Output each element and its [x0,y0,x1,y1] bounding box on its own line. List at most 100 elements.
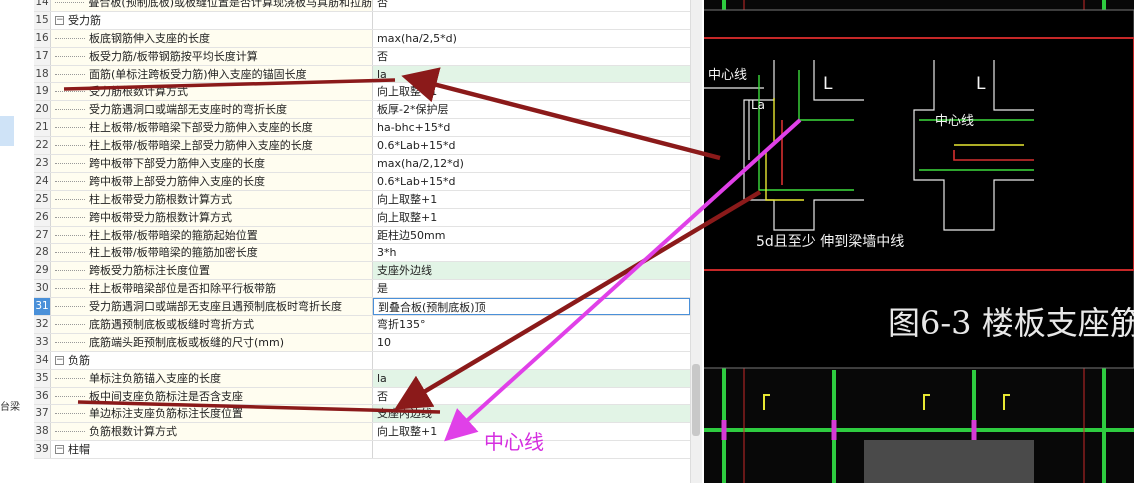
tree-connector [55,109,85,111]
table-row[interactable]: 24 跨中板带上部受力筋伸入支座的长度 0.6*Lab+15*d [34,172,690,191]
table-row[interactable]: 27 柱上板带/板带暗梁的箍筋起始位置 距柱边50mm [34,226,690,245]
table-row[interactable]: 14 叠合板(预制底板)或板缝位置是否计算现浇板马真筋和拉筋否 [34,0,690,12]
table-row[interactable]: 17 板受力筋/板带钢筋按平均长度计算 否 [34,47,690,66]
property-value[interactable]: la [373,65,690,83]
property-value[interactable]: 否 [373,0,690,11]
table-row[interactable]: 21 柱上板带/板带暗梁下部受力筋伸入支座的长度 ha-bhc+15*d [34,119,690,138]
property-name-text: 负筋根数计算方式 [89,425,177,439]
property-value[interactable]: max(ha/2,5*d) [373,30,690,47]
property-value[interactable]: 距柱边50mm [373,227,690,244]
tree-connector [55,216,85,218]
property-name-text: 跨中板带受力筋根数计算方式 [89,210,232,224]
property-name-text: 板底钢筋伸入支座的长度 [89,31,210,45]
property-value[interactable]: 否 [373,48,690,65]
row-number: 34 [34,351,51,369]
left-panel: 台梁 [0,0,32,483]
table-row[interactable]: 28 柱上板带/板带暗梁的箍筋加密长度 3*h [34,244,690,263]
property-value[interactable]: 板厚-2*保护层 [373,101,690,118]
property-name-text: 叠合板(预制底板)或板缝位置是否计算现浇板马真筋和拉筋 [88,0,372,9]
collapse-icon[interactable]: − [55,355,64,365]
table-row[interactable]: 19 受力筋根数计算方式 向上取整+1 [34,83,690,102]
row-number: 21 [34,119,51,137]
collapse-icon[interactable]: − [55,445,64,455]
property-value[interactable]: 10 [373,334,690,351]
table-row[interactable]: 20 受力筋遇洞口或端部无支座时的弯折长度 板厚-2*保护层 [34,101,690,120]
table-row[interactable]: 22 柱上板带/板带暗梁上部受力筋伸入支座的长度 0.6*Lab+15*d [34,137,690,156]
property-name: 板底钢筋伸入支座的长度 [51,29,373,47]
detail-label-L: L [823,74,833,94]
scrollbar-thumb[interactable] [692,364,700,436]
tree-connector [55,323,85,325]
property-name: 单边标注支座负筋标注长度位置 [51,405,373,423]
property-name-text: 柱上板带/板带暗梁下部受力筋伸入支座的长度 [89,121,313,135]
property-name-text: 柱上板带受力筋根数计算方式 [89,192,232,206]
table-row[interactable]: 26 跨中板带受力筋根数计算方式 向上取整+1 [34,208,690,227]
tree-connector [55,234,85,236]
row-number: 38 [34,423,51,441]
table-row[interactable]: 23 跨中板带下部受力筋伸入支座的长度 max(ha/2,12*d) [34,155,690,173]
property-value[interactable]: 弯折135° [373,316,690,333]
tree-connector [55,145,85,147]
property-name-text: 跨板受力筋标注长度位置 [89,264,210,278]
row-number: 28 [34,244,51,262]
table-row[interactable]: 29 跨板受力筋标注长度位置 支座外边线 [34,262,690,281]
table-row[interactable]: 37 单边标注支座负筋标注长度位置 支座内边线 [34,405,690,424]
property-value[interactable]: 0.6*Lab+15*d [373,173,690,190]
row-number: 37 [34,405,51,423]
row-number: 22 [34,137,51,155]
table-row[interactable]: 25 柱上板带受力筋根数计算方式 向上取整+1 [34,190,690,209]
centerline-annotation: 中心线 [484,430,544,454]
property-value[interactable]: 是 [373,280,690,297]
property-name: 柱上板带受力筋根数计算方式 [51,190,373,208]
tree-connector [55,198,85,200]
table-row[interactable]: 33 底筋端头距预制底板或板缝的尺寸(mm) 10 [34,333,690,352]
group-row[interactable]: 34− 负筋 [34,351,690,370]
cad-drawing-panel: 中心线 中心线 5d且至少 伸到梁墙中线 L L La [704,0,1134,483]
property-value[interactable]: max(ha/2,12*d) [373,155,690,172]
table-row[interactable]: 30 柱上板带暗梁部位是否扣除平行板带筋 是 [34,280,690,299]
row-number: 36 [34,387,51,405]
property-name: 板中间支座负筋标注是否含支座 [51,387,373,405]
left-panel-selection[interactable] [0,116,14,146]
property-name-text: 板中间支座负筋标注是否含支座 [89,389,243,403]
property-value[interactable]: 向上取整+1 [373,191,690,208]
left-panel-label[interactable]: 台梁 [0,398,20,413]
property-value[interactable]: 向上取整+1 [373,83,690,100]
property-value[interactable]: 0.6*Lab+15*d [373,137,690,154]
property-value[interactable]: 否 [373,388,690,405]
table-row[interactable]: 36 板中间支座负筋标注是否含支座 否 [34,387,690,406]
property-value[interactable]: 向上取整+1 [373,209,690,226]
table-row[interactable]: 38 负筋根数计算方式 向上取整+1 [34,423,690,442]
table-row[interactable]: 35 单标注负筋锚入支座的长度 la [34,369,690,388]
table-row[interactable]: 18 面筋(单标注跨板受力筋)伸入支座的锚固长度 la [34,65,690,84]
row-number: 32 [34,316,51,333]
group-row[interactable]: 15− 受力筋 [34,11,690,30]
property-name: − 柱帽 [51,441,373,459]
tree-connector [55,55,85,57]
property-value[interactable]: 到叠合板(预制底板)顶 [373,298,690,316]
row-number: 27 [34,226,51,244]
property-value [373,12,690,29]
row-number: 18 [34,65,51,83]
property-value[interactable]: 支座内边线 [373,405,690,423]
property-value[interactable]: la [373,369,690,387]
property-name: 板受力筋/板带钢筋按平均长度计算 [51,47,373,65]
property-value[interactable]: 支座外边线 [373,262,690,280]
row-number: 25 [34,190,51,208]
collapse-icon[interactable]: − [55,15,64,25]
property-value[interactable]: 3*h [373,244,690,261]
row-number: 17 [34,47,51,65]
tree-connector [55,395,85,397]
table-row[interactable]: 32 底筋遇预制底板或板缝时弯折方式 弯折135° [34,316,690,334]
row-number: 14 [34,0,51,11]
property-value[interactable]: ha-bhc+15*d [373,119,690,136]
property-name: 跨中板带受力筋根数计算方式 [51,208,373,226]
table-row[interactable]: 31 受力筋遇洞口或端部无支座且遇预制底板时弯折长度 到叠合板(预制底板)顶 [34,298,690,317]
property-name: 柱上板带/板带暗梁的箍筋起始位置 [51,226,373,244]
row-number: 39 [34,441,51,459]
property-name-text: 柱上板带/板带暗梁上部受力筋伸入支座的长度 [89,139,313,153]
table-row[interactable]: 16 板底钢筋伸入支座的长度 max(ha/2,5*d) [34,29,690,48]
row-number: 29 [34,262,51,280]
property-name-text: 柱上板带暗梁部位是否扣除平行板带筋 [89,282,276,296]
group-row[interactable]: 39− 柱帽 [34,441,690,460]
